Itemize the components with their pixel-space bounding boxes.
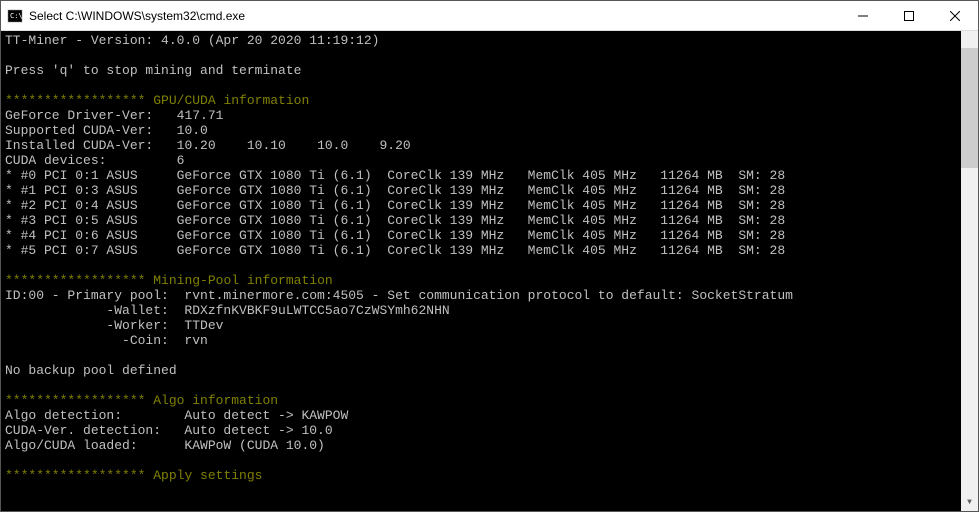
primary-pool-line: ID:00 - Primary pool: rvnt.minermore.com… — [5, 288, 793, 303]
close-button[interactable] — [932, 1, 978, 30]
devices-value: 6 — [177, 153, 185, 168]
supported-label: Supported CUDA-Ver: — [5, 123, 177, 138]
scrollbar-thumb[interactable] — [961, 48, 978, 168]
coin-line: -Coin: rvn — [5, 333, 208, 348]
window-controls — [840, 1, 978, 30]
algo-loaded-line: Algo/CUDA loaded: KAWPoW (CUDA 10.0) — [5, 438, 325, 453]
gpu-line: * #5 PCI 0:7 ASUS GeForce GTX 1080 Ti (6… — [5, 243, 785, 258]
section-asterisks: ****************** — [5, 468, 145, 483]
apply-section-title: Apply settings — [145, 468, 262, 483]
devices-label: CUDA devices: — [5, 153, 177, 168]
quit-line: Press 'q' to stop mining and terminate — [5, 63, 301, 78]
minimize-button[interactable] — [840, 1, 886, 30]
titlebar: C:\ Select C:\WINDOWS\system32\cmd.exe — [1, 1, 978, 31]
section-asterisks: ****************** — [5, 393, 145, 408]
gpu-section-title: GPU/CUDA information — [145, 93, 309, 108]
installed-label: Installed CUDA-Ver: — [5, 138, 177, 153]
scrollbar-down-arrow[interactable]: ▼ — [961, 494, 978, 511]
maximize-button[interactable] — [886, 1, 932, 30]
worker-line: -Worker: TTDev — [5, 318, 223, 333]
no-backup-line: No backup pool defined — [5, 363, 177, 378]
algo-detection-line: Algo detection: Auto detect -> KAWPOW — [5, 408, 348, 423]
scrollbar-track[interactable] — [961, 48, 978, 494]
gpu-line: * #3 PCI 0:5 ASUS GeForce GTX 1080 Ti (6… — [5, 213, 785, 228]
section-asterisks: ****************** — [5, 93, 145, 108]
algo-section-title: Algo information — [145, 393, 278, 408]
svg-text:C:\: C:\ — [10, 12, 23, 20]
window: C:\ Select C:\WINDOWS\system32\cmd.exe T… — [0, 0, 979, 512]
version-line: TT-Miner - Version: 4.0.0 (Apr 20 2020 1… — [5, 33, 379, 48]
gpu-line: * #2 PCI 0:4 ASUS GeForce GTX 1080 Ti (6… — [5, 198, 785, 213]
section-asterisks: ****************** — [5, 273, 145, 288]
scrollbar[interactable]: ▲ ▼ — [961, 31, 978, 511]
gpu-line: * #1 PCI 0:3 ASUS GeForce GTX 1080 Ti (6… — [5, 183, 785, 198]
driver-value: 417.71 — [177, 108, 224, 123]
driver-label: GeForce Driver-Ver: — [5, 108, 177, 123]
pool-section-title: Mining-Pool information — [145, 273, 332, 288]
terminal[interactable]: TT-Miner - Version: 4.0.0 (Apr 20 2020 1… — [1, 31, 978, 511]
gpu-line: * #0 PCI 0:1 ASUS GeForce GTX 1080 Ti (6… — [5, 168, 785, 183]
wallet-line: -Wallet: RDXzfnKVBKF9uLWTCC5ao7CzWSYmh62… — [5, 303, 450, 318]
window-title: Select C:\WINDOWS\system32\cmd.exe — [29, 9, 840, 23]
supported-value: 10.0 — [177, 123, 208, 138]
gpu-line: * #4 PCI 0:6 ASUS GeForce GTX 1080 Ti (6… — [5, 228, 785, 243]
cmd-icon: C:\ — [7, 8, 23, 24]
cuda-detection-line: CUDA-Ver. detection: Auto detect -> 10.0 — [5, 423, 333, 438]
installed-value: 10.20 10.10 10.0 9.20 — [177, 138, 411, 153]
